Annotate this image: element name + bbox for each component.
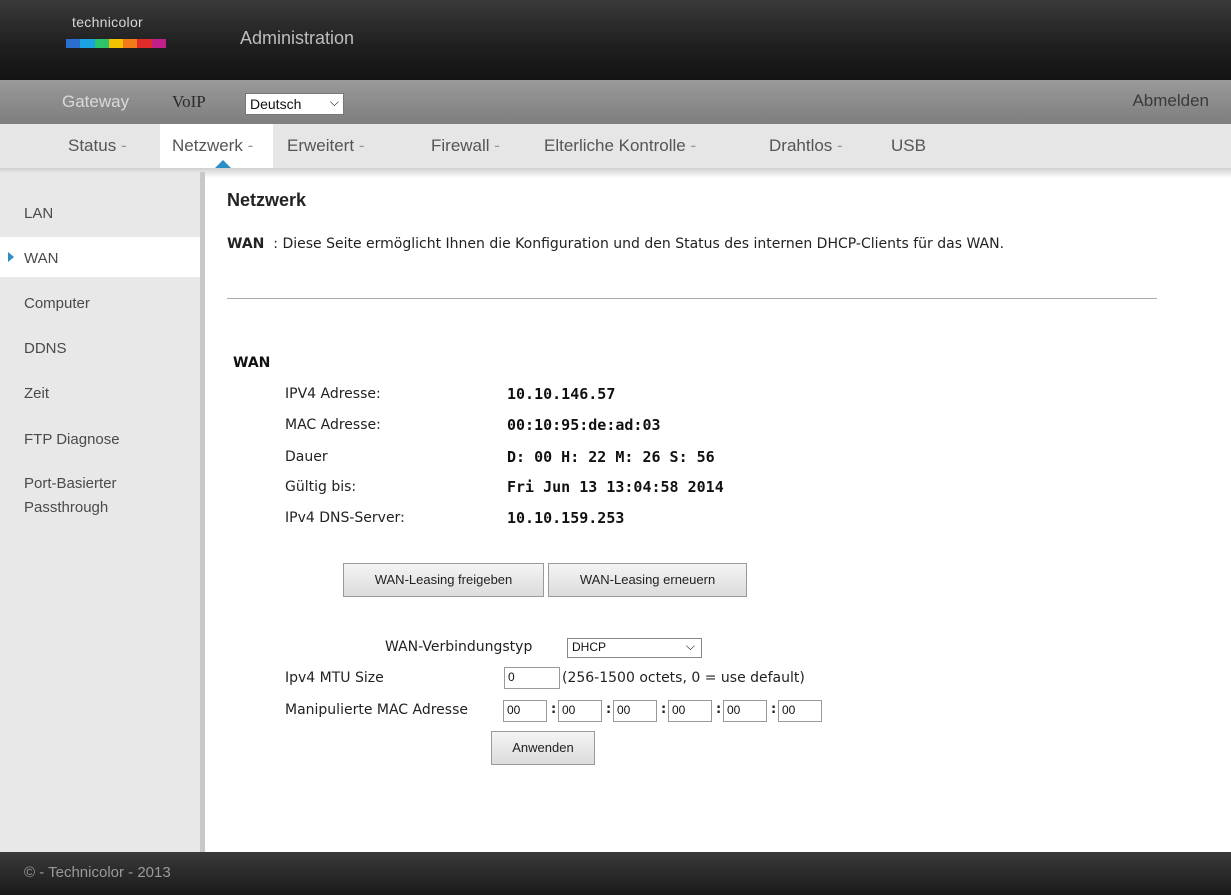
sidebar-item-ftp-diagnose[interactable]: FTP Diagnose	[0, 418, 200, 458]
mac-octet-input[interactable]: 00	[503, 700, 547, 722]
language-select-value: Deutsch	[250, 96, 302, 112]
tab-label: Status	[68, 136, 117, 155]
tab-separator: -	[494, 136, 500, 155]
tab-elterliche-kontrolle[interactable]: Elterliche Kontrolle -	[544, 136, 696, 156]
mac-separator: :	[661, 702, 667, 717]
logo-stripe	[94, 39, 109, 48]
tab-label: Drahtlos	[769, 136, 833, 155]
mac-octet-input[interactable]: 00	[558, 700, 602, 722]
mac-separator: :	[771, 702, 777, 717]
sidebar-item-label: Port-Basierter	[24, 475, 117, 492]
sidebar-item-label: LAN	[24, 205, 54, 222]
page-description: WAN : Diese Seite ermöglicht Ihnen die K…	[227, 232, 1137, 256]
logo-stripe	[137, 39, 152, 48]
description-label: WAN	[227, 236, 265, 252]
mac-separator: :	[551, 702, 557, 717]
release-lease-button[interactable]: WAN-Leasing freigeben	[343, 563, 544, 597]
description-text: : Diese Seite ermöglicht Ihnen die Konfi…	[273, 236, 1005, 252]
sidebar-item-port-basierter-passthrough[interactable]: Port-Basierter Passthrough	[0, 462, 200, 522]
ipv4-address-value: 10.10.146.57	[507, 385, 616, 403]
chevron-down-icon: ⌵	[685, 639, 695, 653]
active-arrow-icon	[8, 252, 14, 262]
mac-separator: :	[716, 702, 722, 717]
chevron-down-icon: ⌵	[329, 95, 339, 109]
tab-label: Erweitert	[287, 136, 355, 155]
mtu-label: Ipv4 MTU Size	[285, 670, 384, 686]
sidebar-item-computer[interactable]: Computer	[0, 282, 200, 322]
sidebar-item-lan[interactable]: LAN	[0, 192, 200, 232]
tab-separator: -	[120, 136, 127, 155]
duration-label: Dauer	[285, 449, 328, 465]
connection-type-value: DHCP	[572, 640, 607, 654]
connection-type-label: WAN-Verbindungstyp	[385, 639, 533, 655]
duration-value: D: 00 H: 22 M: 26 S: 56	[507, 448, 715, 466]
sidebar-item-wan[interactable]: WAN	[0, 237, 200, 277]
tab-separator: -	[358, 136, 365, 155]
page-title: Netzwerk	[227, 190, 307, 210]
ipv4-address-label: IPV4 Adresse:	[285, 386, 381, 402]
valid-until-label: Gültig bis:	[285, 479, 357, 495]
sidebar-item-ddns[interactable]: DDNS	[0, 327, 200, 367]
section-title: WAN	[233, 355, 271, 371]
valid-until-value: Fri Jun 13 13:04:58 2014	[507, 478, 724, 496]
mac-octet-input[interactable]: 00	[613, 700, 657, 722]
footer: © - Technicolor - 2013	[0, 852, 1231, 895]
divider	[227, 298, 1157, 299]
mac-octet-input[interactable]: 00	[668, 700, 712, 722]
sidebar-item-label: Computer	[24, 295, 90, 312]
logo-stripe	[108, 39, 124, 48]
active-tab-caret-icon	[215, 160, 231, 168]
sidebar-item-label: Zeit	[24, 385, 50, 402]
logo-stripe	[66, 39, 81, 48]
tab-status[interactable]: Status -	[68, 136, 127, 156]
mtu-input[interactable]: 0	[504, 667, 560, 689]
renew-lease-button[interactable]: WAN-Leasing erneuern	[548, 563, 747, 597]
logo-stripe	[151, 39, 166, 48]
apply-button[interactable]: Anwenden	[491, 731, 595, 765]
tab-label: Firewall	[431, 136, 490, 155]
mac-address-value: 00:10:95:de:ad:03	[507, 416, 661, 434]
top-nav: Gateway VoIP Deutsch ⌵ Abmelden	[0, 80, 1231, 124]
sidebar: LAN WAN Computer DDNS Zeit FTP Diagnose …	[0, 172, 205, 852]
tab-label: Netzwerk	[172, 136, 243, 155]
sidebar-item-label: Passthrough	[24, 499, 109, 516]
tab-drahtlos[interactable]: Drahtlos -	[769, 136, 843, 156]
mac-octet-input[interactable]: 00	[778, 700, 822, 722]
sidebar-item-label: FTP Diagnose	[24, 431, 120, 448]
app-title: Administration	[240, 28, 355, 48]
mac-separator: :	[606, 702, 612, 717]
tab-label: Elterliche Kontrolle	[544, 136, 686, 155]
mac-address-label: MAC Adresse:	[285, 417, 381, 433]
sub-nav: Status - Netzwerk - Erweitert - Firewall…	[0, 124, 1231, 169]
sidebar-item-label: WAN	[24, 250, 59, 267]
sidebar-item-zeit[interactable]: Zeit	[0, 372, 200, 412]
nav-voip[interactable]: VoIP	[172, 92, 206, 112]
main-content: Netzwerk WAN : Diese Seite ermöglicht Ih…	[205, 172, 1231, 852]
logo-stripe	[123, 39, 138, 48]
tab-firewall[interactable]: Firewall -	[431, 136, 500, 156]
tab-separator: -	[247, 136, 254, 155]
connection-type-select[interactable]: DHCP ⌵	[567, 638, 702, 658]
logo-color-bar	[66, 39, 166, 48]
tab-separator: -	[690, 136, 697, 155]
spoofed-mac-label: Manipulierte MAC Adresse	[285, 702, 468, 718]
logout-link[interactable]: Abmelden	[1132, 91, 1209, 111]
dns-server-label: IPv4 DNS-Server:	[285, 510, 405, 526]
sidebar-item-label: DDNS	[24, 340, 67, 357]
logo-text: technicolor	[72, 14, 144, 30]
dns-server-value: 10.10.159.253	[507, 509, 625, 527]
tab-netzwerk[interactable]: Netzwerk -	[172, 136, 253, 156]
tab-separator: -	[837, 136, 843, 155]
header: technicolor Administration	[0, 0, 1231, 80]
tab-erweitert[interactable]: Erweitert -	[287, 136, 364, 156]
mtu-hint: (256-1500 octets, 0 = use default)	[562, 670, 805, 686]
tab-label: USB	[891, 136, 926, 155]
tab-usb[interactable]: USB	[891, 136, 926, 156]
nav-gateway[interactable]: Gateway	[62, 92, 129, 112]
copyright-text: © - Technicolor - 2013	[24, 864, 171, 881]
logo-stripe	[80, 39, 95, 48]
technicolor-logo[interactable]: technicolor	[62, 14, 172, 58]
mac-octet-input[interactable]: 00	[723, 700, 767, 722]
language-select[interactable]: Deutsch ⌵	[245, 93, 344, 115]
